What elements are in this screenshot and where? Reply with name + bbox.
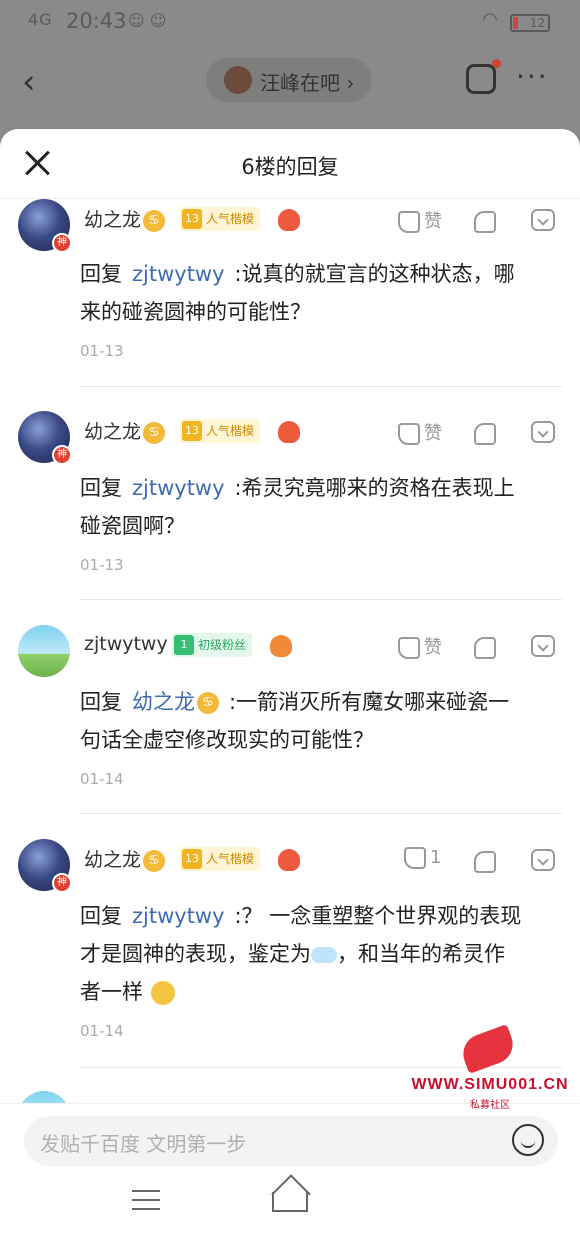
like-button[interactable]: 1 — [404, 847, 441, 869]
forum-avatar — [224, 66, 252, 94]
signal-indicator: 4G — [28, 10, 53, 29]
background-nav: ‹ 汪峰在吧 › ··· — [0, 52, 580, 112]
zodiac-icon: ♋ — [197, 692, 219, 714]
thumb-up-icon — [398, 423, 420, 445]
honor-icon — [270, 635, 292, 657]
reply-date: 01-14 — [80, 1022, 124, 1040]
watermark-logo-icon — [457, 1024, 519, 1074]
bottom-bar: 发贴千百度 文明第一步 — [0, 1103, 580, 1244]
watermark-site: WWW.SIMU001.CN — [411, 1076, 569, 1093]
sheet-title: 6楼的回复 — [241, 155, 339, 179]
avatar[interactable]: 神 — [18, 839, 72, 893]
thumb-up-icon — [398, 211, 420, 233]
mention-link[interactable]: 幼之龙 ♋ — [132, 690, 219, 714]
more-icon[interactable]: ··· — [516, 60, 549, 93]
avatar[interactable] — [18, 625, 70, 677]
avatar[interactable]: 神 — [18, 199, 72, 253]
forum-pill[interactable]: 汪峰在吧 › — [206, 58, 372, 102]
menu-icon[interactable] — [132, 1190, 160, 1210]
honor-icon — [278, 209, 300, 231]
mention-link[interactable]: zjtwytwy — [132, 904, 225, 928]
wifi-icon: ◠ — [482, 9, 498, 30]
honor-icon — [278, 849, 300, 871]
level-badge: 13 人气楷模 — [180, 419, 261, 443]
notification-icons: ☺ ☺ — [128, 11, 167, 30]
thumb-down-icon[interactable] — [474, 637, 496, 659]
list-item: 神 幼之龙 ♋ 13 人气楷模 赞 回复 zjtwytwy:希灵究竟哪来的资格在表现上… — [0, 403, 580, 617]
status-bar: 4G 20:43 ☺ ☺ ◠ 12 — [0, 0, 580, 44]
emoji-icon[interactable] — [512, 1124, 544, 1156]
divider — [80, 599, 562, 600]
username[interactable]: 幼之龙 ♋ — [84, 205, 166, 232]
list-item: zjtwytwy 1 初级粉丝 赞 回复 幼之龙 ♋:一箭消灭所有魔女哪来碰瓷一 句话… — [0, 617, 580, 831]
comment-icon[interactable] — [531, 635, 555, 657]
battery-icon: 12 — [510, 14, 550, 32]
comment-icon[interactable] — [531, 209, 555, 231]
reply-date: 01-14 — [80, 770, 124, 788]
like-button[interactable]: 赞 — [398, 419, 442, 445]
thumb-down-icon[interactable] — [474, 851, 496, 873]
like-button[interactable]: 赞 — [398, 633, 442, 659]
reply-text: 回复 幼之龙 ♋:一箭消灭所有魔女哪来碰瓷一 句话全虚空修改现实的可能性？ — [80, 690, 510, 752]
face-emoji-icon — [151, 981, 175, 1005]
reply-text: 回复 zjtwytwy:希灵究竟哪来的资格在表现上 碰瓷圆啊？ — [80, 476, 515, 538]
battery-level: 12 — [529, 16, 545, 30]
god-badge-icon: 神 — [52, 445, 72, 465]
sheet-header: 6楼的回复 — [0, 129, 580, 199]
reply-input[interactable]: 发贴千百度 文明第一步 — [24, 1116, 558, 1166]
cloud-emoji-icon — [311, 947, 337, 963]
mention-link[interactable]: zjtwytwy — [132, 262, 225, 286]
honor-icon — [278, 421, 300, 443]
level-badge: 13 人气楷模 — [180, 207, 261, 231]
username[interactable]: zjtwytwy — [84, 633, 168, 655]
divider — [80, 813, 562, 814]
god-badge-icon: 神 — [52, 233, 72, 253]
zodiac-icon: ♋ — [143, 421, 166, 444]
forum-name: 汪峰在吧 › — [260, 71, 355, 95]
thumb-down-icon[interactable] — [474, 211, 496, 233]
zodiac-icon: ♋ — [143, 849, 166, 872]
like-button[interactable]: 赞 — [398, 207, 442, 233]
watermark-sub: 私募社区 — [470, 1100, 510, 1111]
reply-date: 01-13 — [80, 556, 124, 574]
watermark: WWW.SIMU001.CN 私募社区 — [402, 1024, 578, 1114]
status-time: 20:43 — [66, 9, 127, 33]
comment-icon[interactable] — [531, 849, 555, 871]
back-arrow-icon[interactable]: ‹ — [22, 62, 36, 102]
list-item: 神 幼之龙 ♋ 13 人气楷模 赞 回复 zjtwytwy:说真的就宣言的这种状态，哪… — [0, 191, 580, 403]
mention-link[interactable]: zjtwytwy — [132, 476, 225, 500]
edit-icon[interactable] — [466, 59, 501, 94]
comment-icon[interactable] — [531, 421, 555, 443]
notification-dot — [492, 59, 501, 68]
reply-text: 回复 zjtwytwy:？ 一念重塑整个世界观的表现 才是圆神的表现，鉴定为 ，和当… — [80, 904, 522, 1005]
input-placeholder: 发贴千百度 文明第一步 — [40, 1132, 247, 1156]
reply-text: 回复 zjtwytwy:说真的就宣言的这种状态，哪 来的碰瓷圆神的可能性？ — [80, 262, 515, 324]
thumb-up-icon — [404, 847, 426, 869]
divider — [80, 386, 562, 387]
home-icon[interactable] — [272, 1192, 308, 1212]
god-badge-icon: 神 — [52, 873, 72, 893]
thumb-down-icon[interactable] — [474, 423, 496, 445]
avatar[interactable]: 神 — [18, 411, 72, 465]
level-badge: 13 人气楷模 — [180, 847, 261, 871]
username[interactable]: 幼之龙 ♋ — [84, 845, 166, 872]
thumb-up-icon — [398, 637, 420, 659]
zodiac-icon: ♋ — [143, 209, 166, 232]
level-badge: 1 初级粉丝 — [172, 633, 253, 657]
username[interactable]: 幼之龙 ♋ — [84, 417, 166, 444]
reply-date: 01-13 — [80, 342, 124, 360]
